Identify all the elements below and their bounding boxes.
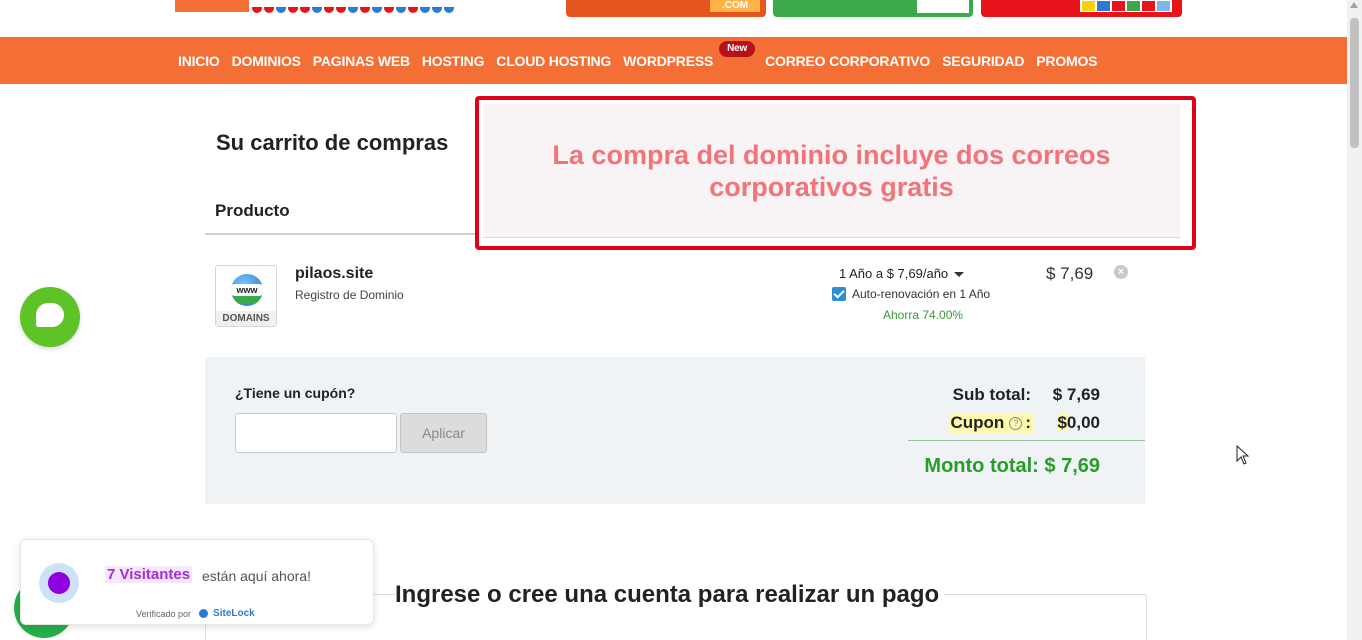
product-name: pilaos.site	[295, 265, 374, 282]
nav-promos[interactable]: PROMOS	[1036, 53, 1097, 69]
coupon-summary-value: $0,00	[1057, 413, 1100, 433]
nav-dominios[interactable]: DOMINIOS	[232, 53, 301, 69]
top-strip: .COM	[0, 0, 1362, 37]
chat-bubble-icon	[36, 303, 64, 327]
item-price: $ 7,69	[1046, 264, 1094, 283]
product-icon-label: DOMAINS	[216, 311, 276, 326]
term-label: 1 Año a $ 7,69/año	[839, 266, 949, 281]
coupon-summary-label: Cupon?:	[948, 413, 1033, 433]
total-value: $ 7,69	[1044, 455, 1100, 477]
coupon-label: ¿Tiene un cupón?	[235, 385, 356, 401]
promo-banner-com[interactable]: .COM	[566, 0, 766, 17]
flags-icon	[1080, 0, 1172, 12]
coupon-summary-text: Cupon	[950, 413, 1005, 432]
mouse-cursor-icon	[1236, 445, 1250, 465]
banner-tag-blank	[917, 0, 969, 13]
nav-list: INICIO DOMINIOS PAGINAS WEB HOSTING CLOU…	[178, 37, 1109, 84]
promo-banner-green[interactable]	[773, 0, 973, 17]
main-nav: INICIO DOMINIOS PAGINAS WEB HOSTING CLOU…	[0, 37, 1347, 84]
verified-label: Verificado por	[136, 608, 192, 619]
globe-icon: www	[231, 274, 263, 306]
caret-down-icon	[954, 272, 965, 278]
page-scrollbar[interactable]	[1347, 0, 1362, 640]
auto-renew-checkbox[interactable]	[832, 287, 846, 301]
apply-coupon-button[interactable]: Aplicar	[400, 413, 487, 453]
domains-product-icon: www DOMAINS	[215, 265, 277, 327]
nav-hosting[interactable]: HOSTING	[422, 53, 485, 69]
banner-tag: .COM	[710, 0, 760, 12]
nav-correo-corporativo[interactable]: CORREO CORPORATIVO	[765, 53, 930, 69]
subtotal-label: Sub total:	[952, 385, 1031, 404]
auto-renew-label: Auto-renovación en 1 Año	[852, 287, 991, 301]
notice-text: La compra del dominio incluye dos correo…	[552, 139, 1111, 202]
notice-inner: La compra del dominio incluye dos correo…	[483, 104, 1180, 238]
nav-cloud-hosting[interactable]: CLOUD HOSTING	[496, 53, 611, 69]
help-icon[interactable]: ?	[1009, 416, 1023, 430]
live-dot-icon	[39, 563, 79, 603]
globe-www-text: www	[231, 284, 263, 296]
total-amount: Monto total: $ 7,69	[924, 455, 1100, 478]
nav-wordpress-label: WORDPRESS	[623, 52, 714, 69]
visitor-count: 7 Visitantes	[105, 566, 193, 583]
nav-seguridad[interactable]: SEGURIDAD	[942, 53, 1024, 69]
new-badge: New	[719, 40, 756, 57]
login-title: Ingrese o cree una cuenta para realizar …	[395, 581, 945, 609]
product-type: Registro de Dominio	[295, 288, 404, 302]
visitors-widget: 7 Visitantes están aquí ahora! Verificad…	[20, 539, 374, 625]
scroll-thumb[interactable]	[1350, 18, 1359, 148]
notice-box: La compra del dominio incluye dos correo…	[475, 96, 1196, 250]
summary-divider	[908, 440, 1145, 441]
coupon-amount: 0,00	[1066, 413, 1100, 432]
savings-text: Ahorra 74.00%	[883, 308, 964, 322]
order-summary: ¿Tiene un cupón? Aplicar Sub total: $ 7,…	[205, 357, 1145, 504]
subtotal-value: $ 7,69	[1052, 385, 1100, 404]
term-dropdown[interactable]: 1 Año a $ 7,69/año	[839, 266, 965, 281]
total-label: Monto total:	[924, 455, 1039, 477]
remove-item-icon[interactable]: ×	[1114, 265, 1128, 279]
scroll-up-icon[interactable]	[1350, 2, 1358, 8]
site-logo[interactable]	[175, 0, 249, 12]
product-column-header: Producto	[215, 201, 290, 220]
visitor-text: están aquí ahora!	[202, 568, 311, 584]
auto-renew-option[interactable]: Auto-renovación en 1 Año	[832, 287, 990, 301]
cart-title: Su carrito de compras	[216, 130, 449, 155]
promo-banner-flags[interactable]	[981, 0, 1182, 17]
coupon-input[interactable]	[235, 413, 397, 453]
nav-paginas-web[interactable]: PAGINAS WEB	[313, 53, 410, 69]
sitelock-brand: SiteLock	[213, 608, 255, 619]
nav-wordpress[interactable]: WORDPRESS New	[623, 40, 756, 69]
logo-decoration	[252, 0, 468, 13]
verified-by: Verificado por SiteLock	[136, 608, 255, 619]
coupon-currency: $	[1057, 413, 1067, 432]
chat-button[interactable]	[20, 287, 80, 347]
sitelock-shield-icon	[199, 609, 209, 618]
nav-inicio[interactable]: INICIO	[178, 53, 220, 69]
